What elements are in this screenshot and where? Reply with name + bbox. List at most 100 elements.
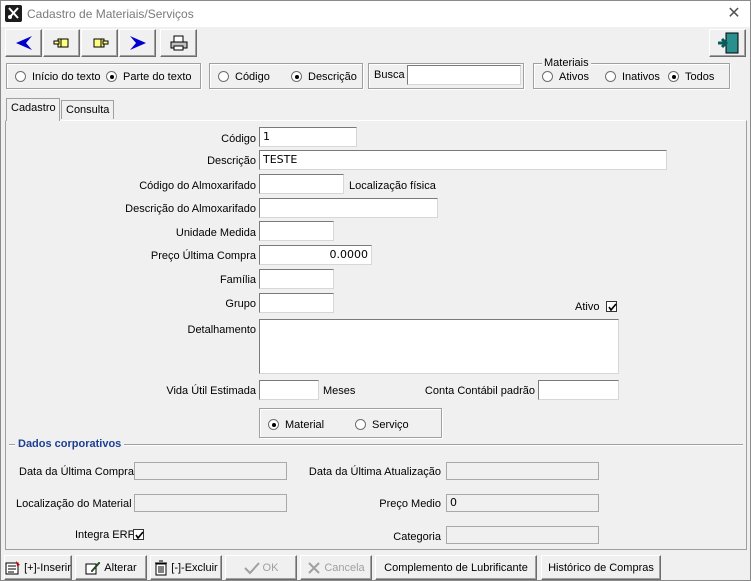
radio-codigo[interactable]	[218, 71, 229, 82]
radio-descricao[interactable]	[291, 71, 302, 82]
insert-form-icon	[5, 560, 21, 574]
tab-cadastro[interactable]: Cadastro	[6, 98, 60, 121]
codigo-almox-label: Código do Almoxarifado	[139, 180, 256, 192]
preco-input[interactable]: 0.0000	[259, 245, 372, 265]
exit-button[interactable]	[709, 29, 746, 57]
radio-ativos[interactable]	[542, 71, 553, 82]
previous-record-button[interactable]	[43, 29, 80, 57]
title-bar: Cadastro de Materiais/Serviços ✕	[1, 1, 750, 27]
label-material: Material	[285, 419, 325, 431]
complemento-label: Complemento de Lubrificante	[384, 561, 528, 574]
exit-door-icon	[717, 32, 738, 54]
checkmark-icon	[243, 561, 260, 574]
familia-label: Família	[219, 274, 256, 286]
label-servico: Serviço	[372, 419, 409, 431]
descricao-almox-label: Descrição do Almoxarifado	[125, 203, 256, 215]
localizacao-material-label: Localização do Material	[16, 498, 132, 510]
historico-compras-button[interactable]: Histórico de Compras	[541, 555, 661, 580]
checkmark-icon	[135, 531, 144, 540]
tab-consulta[interactable]: Consulta	[61, 100, 114, 119]
vida-util-label: Vida Útil Estimada	[166, 385, 256, 397]
familia-input[interactable]	[259, 269, 334, 289]
codigo-label: Código	[221, 133, 256, 145]
label-inicio-texto: Início do texto	[32, 71, 101, 83]
radio-inativos[interactable]	[605, 71, 616, 82]
x-cancel-icon	[308, 561, 321, 574]
unidade-label: Unidade Medida	[175, 227, 256, 239]
corporativo-title: Dados corporativos	[15, 438, 125, 451]
hand-left-icon	[53, 38, 68, 48]
excluir-button[interactable]: [-]-Excluir	[150, 555, 222, 580]
edit-pencil-icon	[85, 561, 101, 574]
last-record-button[interactable]	[119, 29, 156, 57]
inserir-label: [+]-Inserir	[24, 561, 71, 574]
label-parte-texto: Parte do texto	[123, 71, 192, 83]
checkmark-icon	[608, 303, 617, 312]
descricao-almox-input[interactable]	[259, 198, 438, 218]
preco-medio-label: Preço Medio	[379, 498, 441, 510]
integra-erp-label: Integra ERP	[75, 529, 135, 541]
print-button[interactable]	[160, 29, 197, 57]
inserir-button[interactable]: [+]-Inserir	[4, 555, 72, 580]
next-record-button[interactable]	[81, 29, 118, 57]
grupo-label: Grupo	[225, 298, 256, 310]
descricao-label: Descrição	[207, 155, 256, 167]
descricao-input[interactable]: TESTE	[259, 150, 667, 170]
arrow-right-icon	[129, 36, 146, 50]
detalhamento-textarea[interactable]	[259, 319, 619, 374]
codigo-almox-input[interactable]	[259, 174, 344, 194]
radio-inicio-texto[interactable]	[15, 71, 26, 82]
window-title: Cadastro de Materiais/Serviços	[27, 7, 194, 21]
localizacao-fisica-label: Localização física	[349, 180, 436, 192]
historico-label: Histórico de Compras	[548, 561, 654, 574]
radio-todos[interactable]	[668, 71, 679, 82]
localizacao-material-input	[134, 494, 287, 512]
arrow-left-icon	[15, 36, 32, 50]
data-ultima-atualizacao-input	[446, 462, 599, 480]
codigo-input[interactable]: 1	[259, 127, 357, 147]
vida-util-input[interactable]	[259, 380, 319, 400]
busca-input[interactable]	[407, 65, 521, 85]
label-ativos: Ativos	[559, 71, 589, 83]
materiais-filter-title: Materiais	[542, 57, 591, 70]
data-ultima-compra-input	[134, 462, 287, 480]
label-todos: Todos	[685, 71, 715, 83]
grupo-input[interactable]	[259, 293, 334, 313]
radio-servico[interactable]	[355, 419, 366, 430]
categoria-label: Categoria	[393, 531, 441, 543]
close-icon[interactable]: ✕	[723, 3, 745, 25]
excluir-label: [-]-Excluir	[171, 561, 218, 574]
ativo-label: Ativo	[575, 301, 600, 313]
cancela-button[interactable]: Cancela	[300, 555, 372, 580]
alterar-button[interactable]: Alterar	[75, 555, 147, 580]
label-radio-codigo: Código	[235, 71, 270, 83]
alterar-label: Alterar	[104, 561, 137, 574]
detalhamento-label: Detalhamento	[187, 324, 257, 336]
preco-label: Preço Última Compra	[150, 250, 256, 262]
data-ultima-atualizacao-label: Data da Última Atualização	[308, 466, 441, 478]
label-radio-descricao: Descrição	[308, 71, 357, 83]
preco-medio-input: 0	[446, 494, 599, 512]
app-icon	[5, 5, 22, 22]
radio-parte-texto[interactable]	[106, 71, 117, 82]
printer-icon	[170, 35, 187, 51]
vida-util-unit: Meses	[323, 385, 356, 397]
ativo-checkbox[interactable]	[606, 301, 617, 312]
main-window: Cadastro de Materiais/Serviços ✕ Início …	[0, 0, 751, 581]
data-ultima-compra-label: Data da Última Compra	[19, 466, 134, 478]
ok-label: OK	[262, 561, 279, 574]
first-record-button[interactable]	[5, 29, 42, 57]
busca-label: Busca	[374, 69, 405, 81]
trash-icon	[155, 560, 168, 575]
label-inativos: Inativos	[622, 71, 660, 83]
conta-contabil-label: Conta Contábil padrão	[424, 385, 535, 397]
categoria-input	[446, 526, 599, 544]
conta-contabil-input[interactable]	[538, 380, 619, 400]
complemento-lubrificante-button[interactable]: Complemento de Lubrificante	[375, 555, 537, 580]
unidade-input[interactable]	[259, 221, 334, 241]
cancela-label: Cancela	[324, 561, 365, 574]
radio-material[interactable]	[268, 419, 279, 430]
integra-erp-checkbox[interactable]	[133, 529, 144, 540]
hand-right-icon	[93, 38, 108, 48]
ok-button[interactable]: OK	[225, 555, 297, 580]
